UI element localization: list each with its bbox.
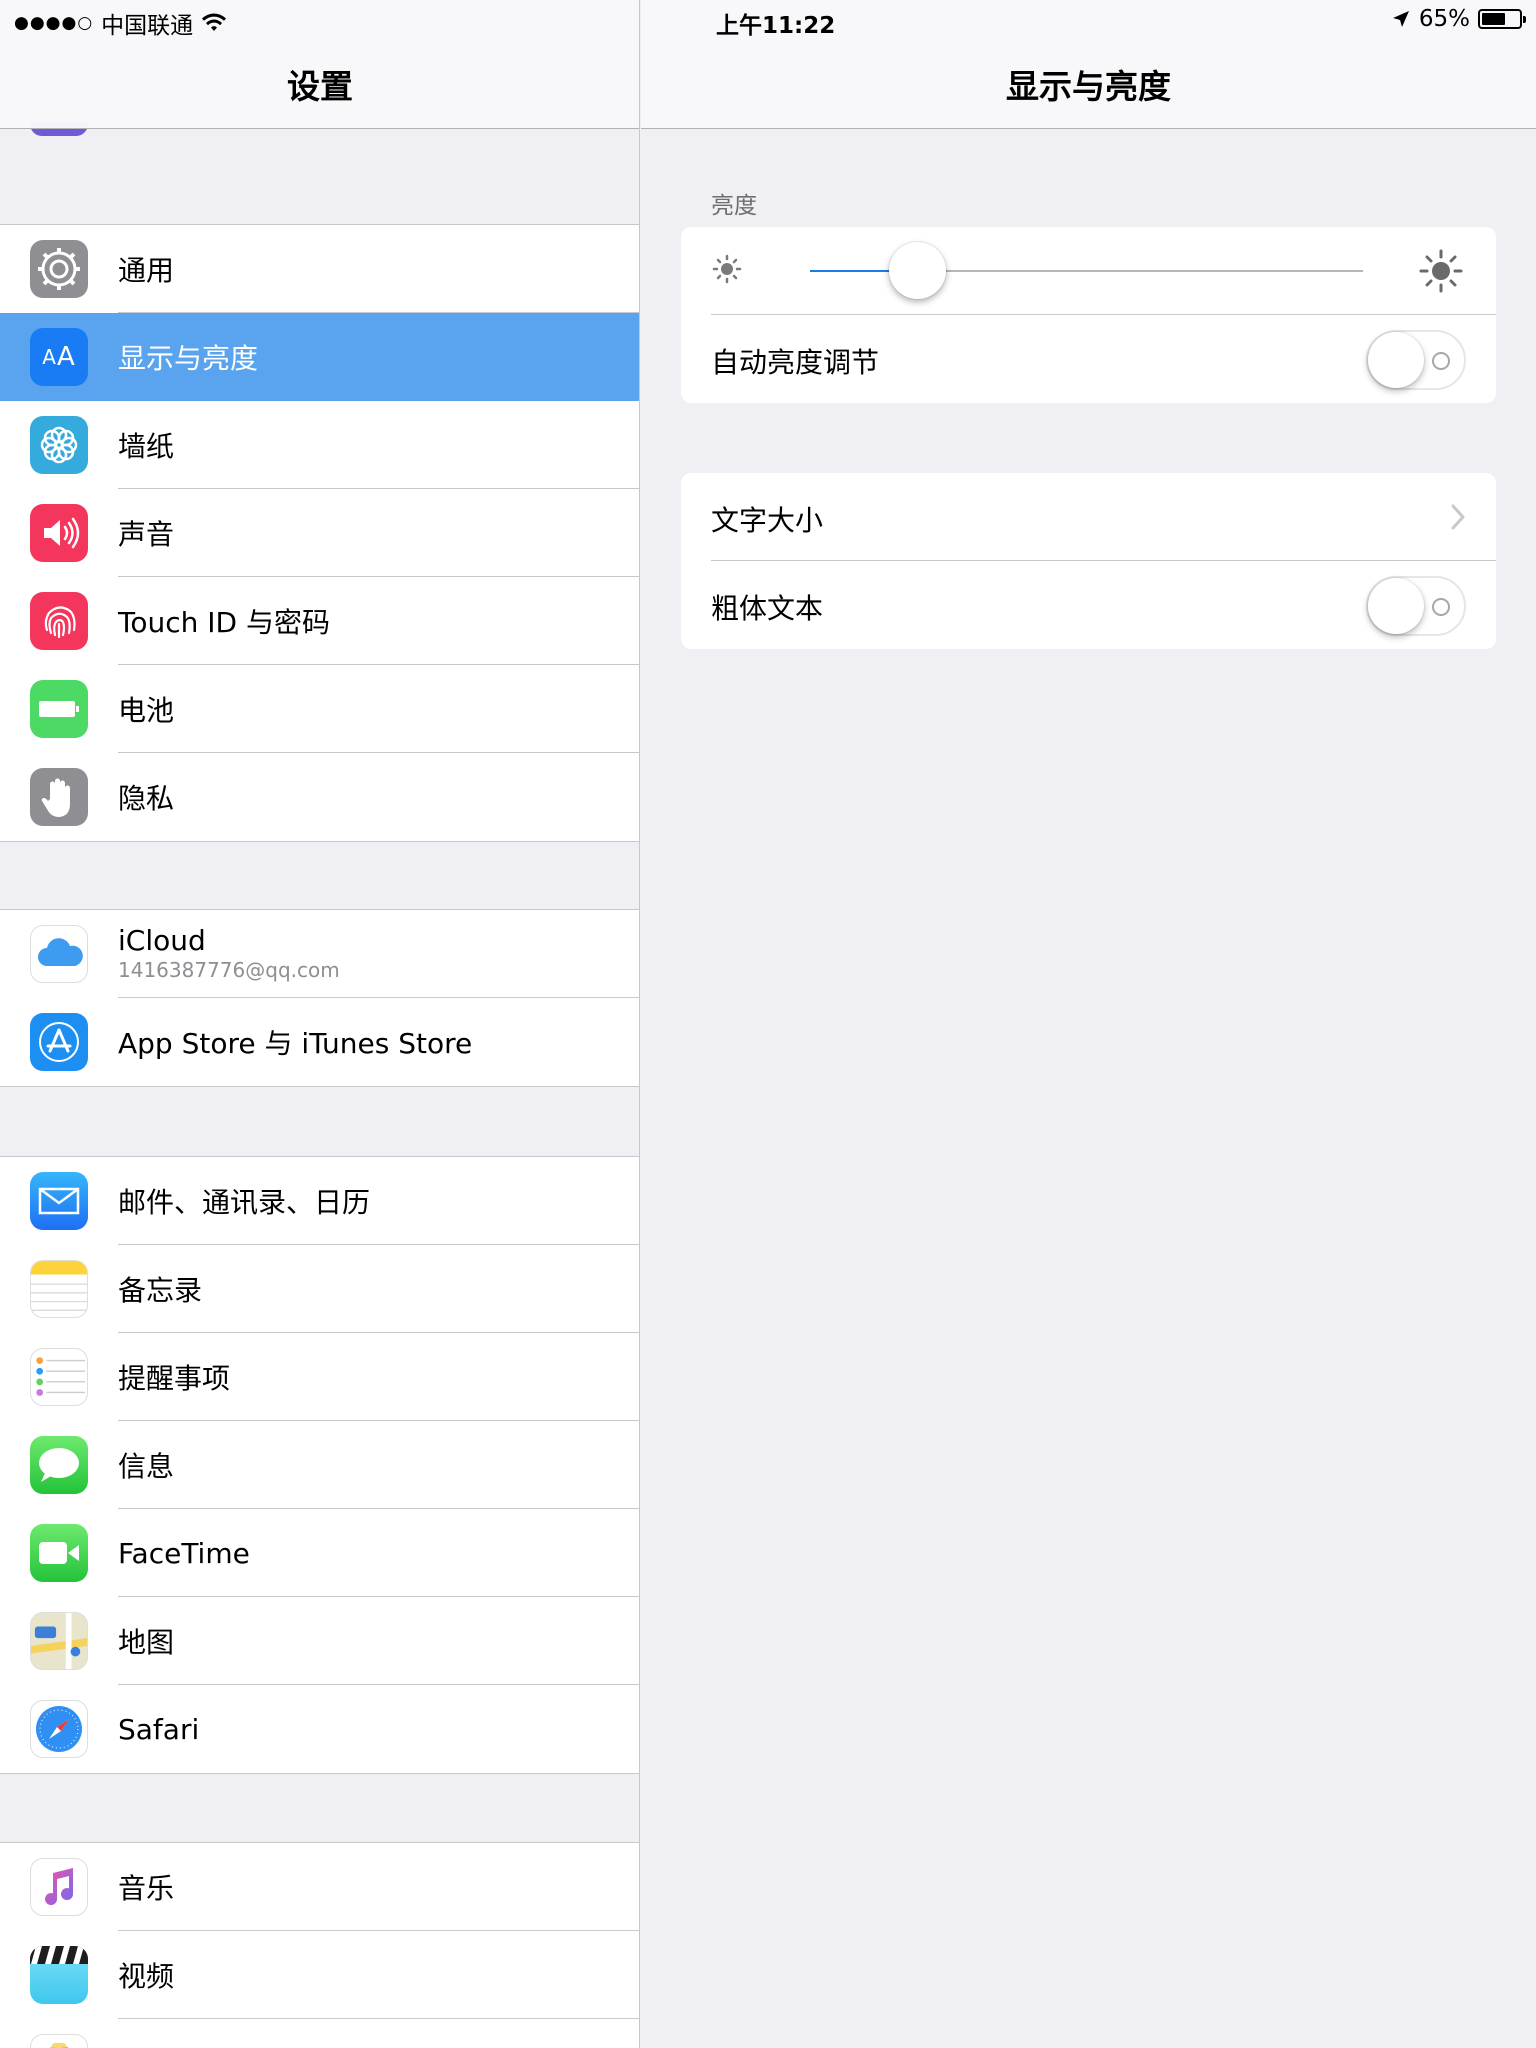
settings-group-media: 音乐 视频 [0,1842,639,2048]
notes-icon [30,1260,88,1318]
row-label: 备忘录 [118,1274,203,1307]
row-label: iCloud [118,924,206,957]
auto-brightness-label: 自动亮度调节 [711,346,880,379]
settings-row-maps[interactable]: 地图 [0,1597,639,1685]
maps-icon [30,1612,88,1670]
auto-brightness-row: 自动亮度调节 [681,315,1496,403]
settings-row-messages[interactable]: 信息 [0,1421,639,1509]
settings-row-reminders[interactable]: 提醒事项 [0,1333,639,1421]
detail-title: 显示与亮度 [1006,67,1171,106]
settings-row-general[interactable]: 通用 [0,225,639,313]
status-time: 上午11:22 [716,13,836,39]
settings-row-touch-id[interactable]: Touch ID 与密码 [0,577,639,665]
wallpaper-flower-icon [30,416,88,474]
facetime-icon [30,1524,88,1582]
settings-group-apps: 邮件、通讯录、日历 备忘录 提醒事项 信息 FaceTime 地图 Safari [0,1156,639,1774]
bold-text-toggle[interactable] [1366,576,1466,636]
battery-icon [1478,9,1526,29]
settings-row-safari[interactable]: Safari [0,1685,639,1773]
carrier-name: 中国联通 [101,13,194,39]
text-settings-card: 文字大小 粗体文本 [681,473,1496,649]
signal-strength: ●●●●○ [14,13,94,33]
row-label: App Store 与 iTunes Store [118,1027,473,1060]
bold-text-row: 粗体文本 [681,561,1496,649]
safari-icon [30,1700,88,1758]
settings-row-facetime[interactable]: FaceTime [0,1509,639,1597]
settings-row-icloud[interactable]: iCloud 1416387776@qq.com [0,910,639,998]
page-title: 设置 [287,67,353,106]
row-label: 视频 [118,1960,175,1993]
text-size-row[interactable]: 文字大小 [681,473,1496,561]
wifi-icon [202,13,227,31]
reminders-icon [30,1348,88,1406]
settings-row-partially-visible[interactable] [0,2019,639,2048]
toggle-knob [1368,578,1424,634]
status-bar: ●●●●○ 中国联通 上午11:22 65% [0,0,1536,40]
settings-row-videos[interactable]: 视频 [0,1931,639,2019]
photos-icon [30,2034,88,2048]
row-label: 邮件、通讯录、日历 [118,1186,371,1219]
battery-level-fill [1482,13,1506,25]
text-size-label: 文字大小 [711,504,824,537]
display-brightness-detail-panel: 显示与亮度 亮度 自动亮度调节 文字大小 粗体文本 [641,0,1536,2048]
row-label: FaceTime [118,1536,250,1570]
row-label: 音乐 [118,1872,175,1905]
app-store-icon [30,1013,88,1071]
battery-percentage: 65% [1418,6,1470,32]
settings-row-app-store[interactable]: App Store 与 iTunes Store [0,998,639,1086]
mail-icon [30,1172,88,1230]
row-label: 信息 [118,1450,175,1483]
brightness-section-header: 亮度 [711,193,757,219]
settings-row-sounds[interactable]: 声音 [0,489,639,577]
chevron-right-icon [1451,504,1465,530]
location-arrow-icon [1392,11,1409,27]
status-bar-left: ●●●●○ 中国联通 [14,6,227,40]
settings-row-display-brightness[interactable]: AA 显示与亮度 [0,313,639,401]
row-label: 通用 [118,254,175,287]
settings-group-general: 通用 AA 显示与亮度 墙纸 声音 Touch ID 与密码 电池 隐私 [0,224,639,842]
icloud-icon [30,925,88,983]
settings-row-mail[interactable]: 邮件、通讯录、日历 [0,1157,639,1245]
row-label: Safari [118,1712,200,1746]
speaker-icon [30,504,88,562]
fingerprint-icon [30,592,88,650]
videos-clapper-icon [30,1946,88,2004]
settings-row-wallpaper[interactable]: 墙纸 [0,401,639,489]
settings-group-accounts: iCloud 1416387776@qq.com App Store 与 iTu… [0,909,639,1087]
icloud-account-email: 1416387776@qq.com [118,958,340,982]
row-label: 声音 [118,518,175,551]
toggle-knob [1368,332,1424,388]
settings-row-music[interactable]: 音乐 [0,1843,639,1931]
status-bar-right: 65% [1391,6,1526,32]
brightness-slider[interactable] [810,242,1363,299]
hand-icon [30,768,88,826]
brightness-high-icon [1419,249,1463,293]
toggle-off-indicator [1432,598,1450,616]
row-label: 墙纸 [118,430,175,463]
battery-icon [30,680,88,738]
row-label: 地图 [118,1626,175,1659]
row-label: 隐私 [118,782,175,815]
messages-icon [30,1436,88,1494]
row-label: Touch ID 与密码 [118,606,330,639]
brightness-slider-row [681,227,1496,315]
row-label: 提醒事项 [118,1362,231,1395]
settings-master-panel: 设置 通用 AA 显示与亮度 墙纸 声音 Touch ID 与密码 电池 隐私 … [0,0,640,2048]
auto-brightness-toggle[interactable] [1366,330,1466,390]
row-label: 电池 [118,694,175,727]
row-label: 显示与亮度 [118,342,259,375]
toggle-off-indicator [1432,352,1450,370]
settings-row-notes[interactable]: 备忘录 [0,1245,639,1333]
brightness-card: 自动亮度调节 [681,227,1496,403]
music-note-icon [30,1858,88,1916]
bold-text-label: 粗体文本 [711,592,824,625]
gear-icon [30,240,88,298]
brightness-low-icon [712,254,742,284]
display-brightness-icon: AA [30,328,88,386]
settings-row-battery[interactable]: 电池 [0,665,639,753]
brightness-slider-thumb[interactable] [889,242,947,299]
settings-row-privacy[interactable]: 隐私 [0,753,639,841]
